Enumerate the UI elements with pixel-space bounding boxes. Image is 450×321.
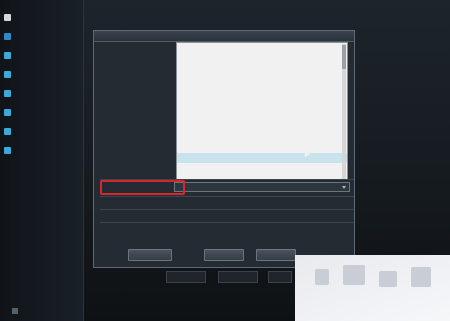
- dropdown-item[interactable]: [177, 73, 347, 83]
- row-divider: [100, 222, 354, 223]
- dropdown-item[interactable]: [177, 63, 347, 73]
- sidebar-item-alarm[interactable]: [4, 105, 80, 120]
- image-icon: [4, 33, 11, 40]
- toolbar-item[interactable]: [278, 11, 300, 20]
- overlay-shape: [315, 269, 329, 285]
- form-row-password: [100, 224, 354, 234]
- form-value[interactable]: [176, 212, 236, 220]
- sidebar-item-network[interactable]: [4, 67, 80, 82]
- sidebar-item-hdd[interactable]: [4, 86, 80, 101]
- toolbar-item[interactable]: [304, 11, 326, 20]
- network-icon: [4, 71, 11, 78]
- footer-left-label: [22, 307, 52, 315]
- record-icon: [4, 52, 11, 59]
- sidebar-item-record[interactable]: [4, 48, 80, 63]
- dropdown-item[interactable]: [177, 53, 347, 63]
- display-icon: [4, 14, 11, 21]
- toolbar-item[interactable]: [96, 11, 118, 20]
- form-value: [176, 168, 236, 176]
- form-label: [104, 168, 164, 176]
- form-row-1: [100, 167, 354, 177]
- dropdown-item[interactable]: [177, 93, 347, 103]
- cancel-button[interactable]: [256, 249, 296, 261]
- sub-button[interactable]: [218, 271, 258, 283]
- dropdown-item[interactable]: [177, 43, 347, 53]
- toolbar-item[interactable]: [200, 11, 222, 20]
- column-header: [102, 46, 126, 54]
- manage-button[interactable]: [128, 249, 172, 261]
- overlay-shape: [343, 265, 365, 285]
- toolbar-item[interactable]: [226, 11, 248, 20]
- hdd-icon: [4, 90, 11, 97]
- dialog-title: [94, 31, 354, 42]
- dropdown-item[interactable]: [177, 113, 347, 123]
- protocol-select[interactable]: [174, 182, 350, 192]
- smart-icon: [4, 147, 11, 154]
- alarm-icon: [4, 109, 11, 116]
- form-label: [104, 212, 164, 220]
- dropdown-item[interactable]: [177, 103, 347, 113]
- protocol-dropdown-list[interactable]: [176, 42, 348, 180]
- dropdown-item[interactable]: [177, 83, 347, 93]
- form-value[interactable]: [176, 225, 236, 233]
- right-overlay-panel: [295, 255, 450, 321]
- protocol-highlight-box: [100, 180, 185, 195]
- sub-button[interactable]: [268, 271, 292, 283]
- row-divider: [100, 209, 354, 210]
- footer-icon: [12, 308, 18, 314]
- form-label: [104, 199, 164, 207]
- form-row-user: [100, 211, 354, 221]
- ok-button[interactable]: [204, 249, 244, 261]
- toolbar-item[interactable]: [252, 11, 274, 20]
- sidebar: [0, 0, 84, 321]
- overlay-shape: [379, 271, 397, 287]
- dropdown-scrollbar-thumb[interactable]: [342, 45, 346, 69]
- toolbar-item[interactable]: [148, 11, 170, 20]
- row-divider: [100, 196, 354, 197]
- sidebar-item-smart[interactable]: [4, 143, 80, 158]
- sidebar-item-display[interactable]: [4, 10, 80, 25]
- sub-button[interactable]: [166, 271, 206, 283]
- toolbar-item[interactable]: [174, 11, 196, 20]
- dropdown-item[interactable]: [177, 123, 347, 133]
- column-header: [132, 46, 156, 54]
- dropdown-item[interactable]: [177, 133, 347, 143]
- form-row-port: [100, 198, 354, 208]
- form-label: [104, 225, 164, 233]
- sidebar-item-image[interactable]: [4, 29, 80, 44]
- system-icon: [4, 128, 11, 135]
- form-value[interactable]: [176, 199, 236, 207]
- annotation-text: [231, 149, 289, 156]
- overlay-shape: [411, 267, 431, 287]
- footer-status-text: [100, 309, 220, 317]
- chevron-down-icon: [342, 186, 346, 189]
- top-toolbar: [96, 11, 366, 20]
- toolbar-item[interactable]: [122, 11, 144, 20]
- sidebar-item-system[interactable]: [4, 124, 80, 139]
